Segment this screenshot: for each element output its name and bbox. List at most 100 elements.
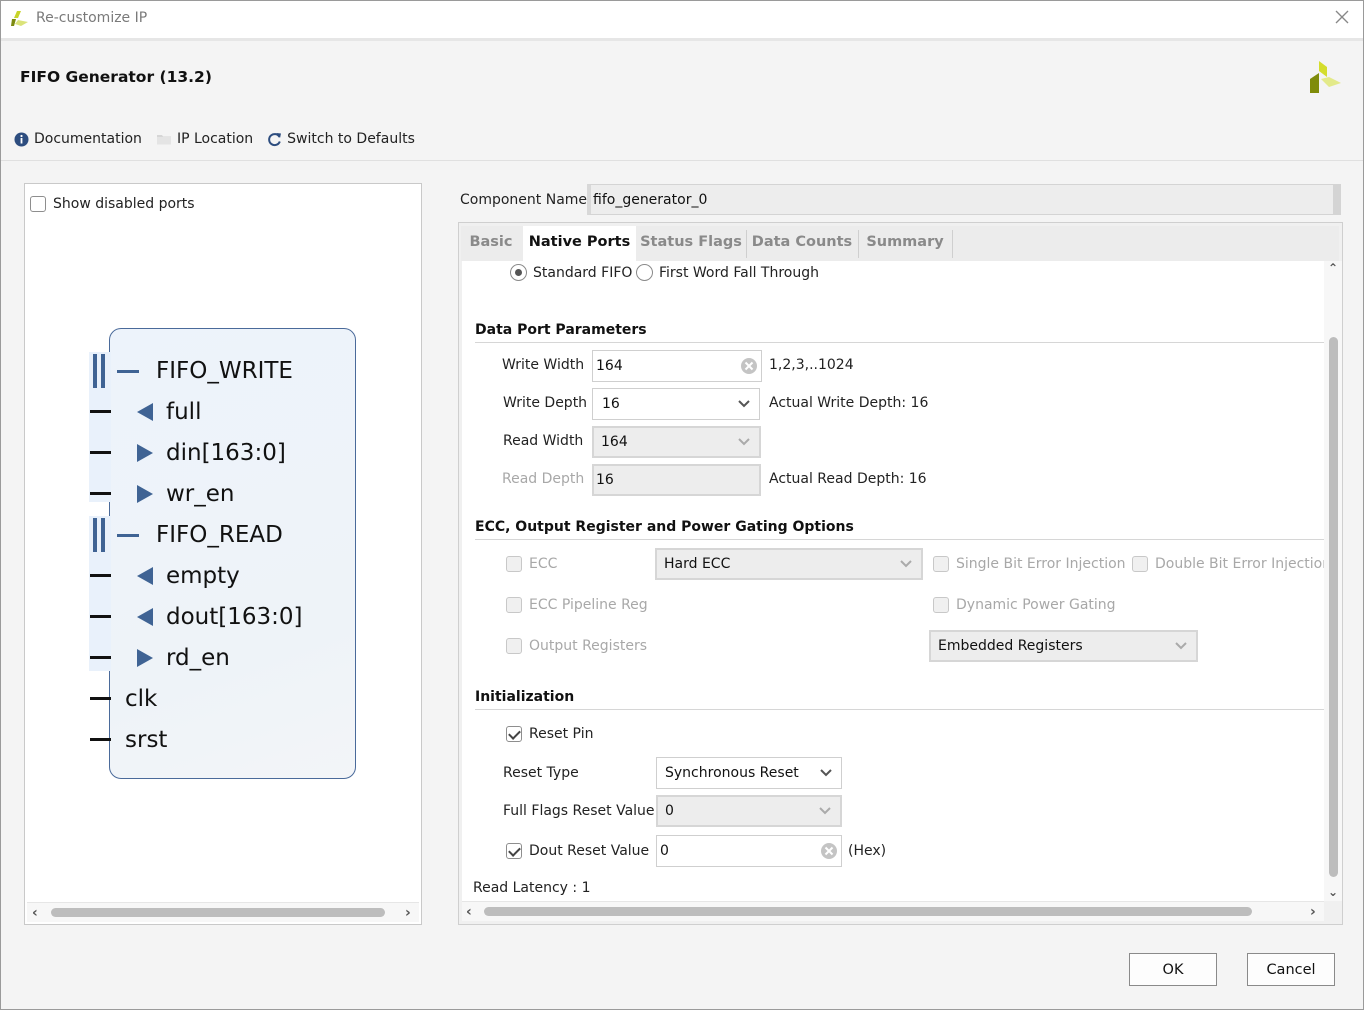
reset-pin-checkbox[interactable]: Reset Pin: [506, 726, 593, 742]
scrollbar-thumb[interactable]: [51, 908, 385, 917]
scroll-up-icon[interactable]: ⌃: [1328, 261, 1338, 275]
checkbox-box[interactable]: [30, 196, 46, 212]
cancel-button[interactable]: Cancel: [1247, 953, 1335, 986]
port-rd-en[interactable]: rd_en: [137, 643, 230, 673]
component-name-input[interactable]: [591, 185, 1333, 214]
pin-full-line: [90, 410, 111, 413]
dynamic-power-gating-checkbox[interactable]: Dynamic Power Gating: [933, 597, 1116, 613]
ecc-checkbox[interactable]: ECC: [506, 556, 557, 572]
collapse-fifo-read-icon[interactable]: [117, 534, 139, 537]
checkbox-box[interactable]: [506, 843, 522, 859]
chevron-down-icon: [819, 807, 831, 815]
checkbox-box[interactable]: [506, 726, 522, 742]
write-width-field[interactable]: [592, 350, 762, 382]
port-clk[interactable]: clk: [125, 684, 157, 714]
documentation-link[interactable]: Documentation: [14, 131, 142, 147]
tab-summary[interactable]: Summary: [859, 226, 951, 261]
switch-to-defaults-label: Switch to Defaults: [287, 131, 415, 147]
scrollbar-thumb[interactable]: [484, 907, 1252, 916]
output-registers-label: Output Registers: [529, 638, 648, 654]
tab-status-flags[interactable]: Status Flags: [636, 226, 746, 261]
checkbox-box[interactable]: [506, 638, 522, 654]
section-divider: [475, 539, 1324, 540]
show-disabled-ports-checkbox[interactable]: Show disabled ports: [30, 196, 195, 212]
clear-icon[interactable]: [820, 842, 838, 860]
close-icon[interactable]: [1333, 8, 1351, 26]
output-registers-checkbox[interactable]: Output Registers: [506, 638, 647, 654]
write-depth-dropdown[interactable]: 16: [592, 388, 760, 420]
scroll-right-icon[interactable]: ›: [1310, 904, 1316, 920]
port-full[interactable]: full: [137, 397, 201, 427]
port-dout[interactable]: dout[163:0]: [137, 602, 303, 632]
dout-reset-value-field[interactable]: [656, 835, 842, 867]
config-tab-panel: Basic Native Ports Status Flags Data Cou…: [458, 222, 1343, 925]
port-din[interactable]: din[163:0]: [137, 438, 286, 468]
checkbox-box[interactable]: [506, 556, 522, 572]
output-register-type-dropdown[interactable]: Embedded Registers: [929, 630, 1198, 662]
ecc-type-dropdown[interactable]: Hard ECC: [655, 548, 923, 580]
write-width-input[interactable]: [593, 351, 761, 381]
full-flags-reset-value-dropdown[interactable]: 0: [656, 795, 842, 827]
scrollbar-thumb[interactable]: [1329, 337, 1338, 877]
symbol-horizontal-scrollbar[interactable]: ‹ ›: [27, 902, 419, 922]
read-depth-field: 16: [592, 464, 761, 496]
tab-data-counts[interactable]: Data Counts: [747, 226, 857, 261]
ecc-pipeline-reg-label: ECC Pipeline Reg: [529, 597, 648, 613]
standard-fifo-radio[interactable]: Standard FIFO: [510, 264, 632, 281]
actual-write-depth: Actual Write Depth: 16: [769, 395, 929, 411]
radio-label: Standard FIFO: [533, 264, 633, 281]
tab-basic[interactable]: Basic: [461, 226, 521, 261]
port-name: din[163:0]: [166, 440, 286, 466]
titlebar-divider: [1, 38, 1363, 41]
double-bit-error-injection-checkbox[interactable]: Double Bit Error Injection: [1132, 556, 1324, 572]
reset-type-label: Reset Type: [503, 765, 579, 781]
group-fifo-read[interactable]: FIFO_READ: [156, 520, 283, 550]
switch-to-defaults-link[interactable]: Switch to Defaults: [267, 131, 415, 147]
read-width-dropdown[interactable]: 164: [592, 426, 761, 458]
component-name-field[interactable]: [587, 184, 1341, 215]
chevron-down-icon: [738, 438, 750, 446]
radio-button[interactable]: [510, 264, 527, 281]
data-port-parameters-heading: Data Port Parameters: [475, 322, 647, 338]
first-word-fall-through-radio[interactable]: First Word Fall Through: [636, 264, 819, 281]
dout-reset-value-checkbox[interactable]: Dout Reset Value: [506, 843, 649, 859]
content-horizontal-scrollbar[interactable]: ‹ ›: [462, 901, 1324, 921]
collapse-fifo-write-icon[interactable]: [117, 370, 139, 373]
re-customize-ip-dialog: Re-customize IP FIFO Generator (13.2) Do…: [0, 0, 1364, 1010]
clear-icon[interactable]: [740, 357, 758, 375]
checkbox-box[interactable]: [506, 597, 522, 613]
dout-reset-value-input[interactable]: [657, 836, 841, 866]
port-name: dout[163:0]: [166, 604, 303, 630]
checkbox-box[interactable]: [1132, 556, 1148, 572]
xilinx-logo-icon: [1310, 61, 1341, 93]
read-width-label: Read Width: [503, 433, 584, 449]
ip-location-link[interactable]: IP Location: [156, 131, 253, 147]
native-ports-content: Standard FIFO First Word Fall Through Da…: [462, 261, 1324, 901]
title-bar: Re-customize IP: [1, 1, 1363, 38]
chevron-down-icon: [820, 769, 832, 777]
tab-native-ports[interactable]: Native Ports: [523, 226, 636, 261]
scroll-down-icon[interactable]: ⌄: [1328, 885, 1338, 899]
ok-button[interactable]: OK: [1129, 953, 1217, 986]
group-fifo-write[interactable]: FIFO_WRITE: [156, 356, 293, 386]
refresh-icon: [268, 132, 282, 146]
ecc-pipeline-reg-checkbox[interactable]: ECC Pipeline Reg: [506, 597, 648, 613]
scroll-right-icon[interactable]: ›: [405, 905, 411, 921]
output-arrow-icon: [137, 403, 153, 421]
toolbar: Documentation IP Location Switch to Defa…: [14, 129, 429, 149]
tab-bar: Basic Native Ports Status Flags Data Cou…: [461, 226, 1339, 261]
scroll-left-icon[interactable]: ‹: [32, 905, 38, 921]
toolbar-divider: [1, 160, 1363, 161]
fifo-write-bus-pin: [93, 354, 105, 388]
content-vertical-scrollbar[interactable]: ⌃ ⌄: [1324, 261, 1342, 901]
radio-button[interactable]: [636, 264, 653, 281]
checkbox-box[interactable]: [933, 597, 949, 613]
port-wr-en[interactable]: wr_en: [137, 479, 235, 509]
port-srst[interactable]: srst: [125, 725, 167, 755]
checkbox-box[interactable]: [933, 556, 949, 572]
single-bit-error-injection-checkbox[interactable]: Single Bit Error Injection: [933, 556, 1126, 572]
port-empty[interactable]: empty: [137, 561, 240, 591]
reset-type-dropdown[interactable]: Synchronous Reset: [656, 757, 842, 789]
scroll-left-icon[interactable]: ‹: [466, 904, 472, 920]
xilinx-app-icon: [11, 11, 28, 26]
